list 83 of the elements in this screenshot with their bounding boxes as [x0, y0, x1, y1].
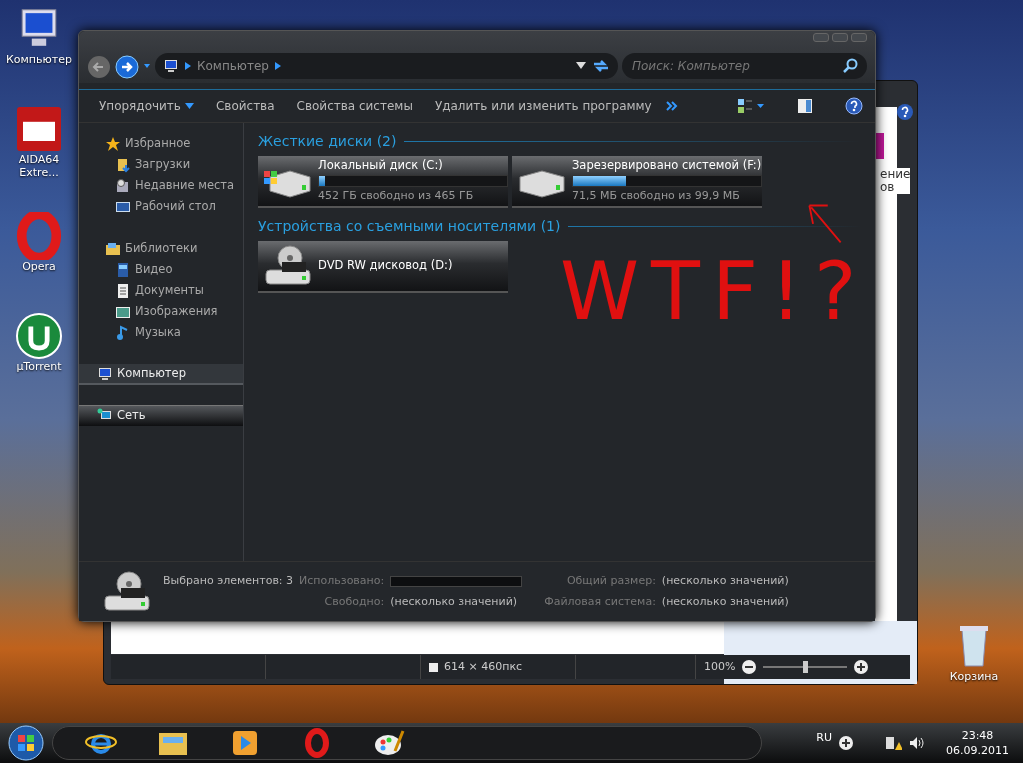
desktop-icon-label[interactable]: Корзина — [939, 670, 1009, 684]
drive-tile[interactable]: DVD RW дисковод (D:) — [258, 241, 508, 293]
chevron-icon — [274, 62, 281, 70]
toolbar-button[interactable]: Свойства — [207, 95, 283, 117]
nav-item[interactable]: Недавние места — [79, 175, 243, 196]
nav-item[interactable]: Компьютер — [79, 364, 243, 385]
nav-item[interactable]: Рабочий стол — [79, 196, 243, 217]
toolbar-button[interactable]: Удалить или изменить программу — [426, 95, 660, 117]
detail-value: (несколько значений) — [661, 593, 789, 610]
desktop-icon-label[interactable]: Компьютер — [4, 53, 74, 67]
clock-date[interactable]: 06.09.2011 — [946, 743, 1009, 759]
forward-button-icon[interactable] — [115, 55, 139, 79]
help-icon[interactable] — [896, 103, 914, 121]
chevron-icon — [185, 62, 191, 70]
label-fragment: ение — [880, 168, 911, 182]
library-folder-icon — [105, 240, 121, 257]
free-space-text: 71,5 МБ свободно из 99,9 МБ — [572, 188, 741, 205]
mu-circle-icon[interactable] — [15, 312, 63, 360]
group-header[interactable]: Устройства со съемными носителями (1) — [258, 216, 561, 237]
detail-label: Свободно: — [323, 593, 385, 610]
help-icon[interactable] — [845, 97, 863, 115]
zoom-slider[interactable] — [763, 661, 848, 673]
monitor-icon — [163, 58, 179, 74]
drive-tile[interactable]: Зарезервировано системой (F:) 71,5 МБ свободно из 99,9 МБ — [512, 156, 762, 208]
dvd-drive-icon — [101, 569, 151, 614]
drive-name: Зарезервировано системой (F:) — [572, 157, 762, 175]
nav-item[interactable]: Сеть — [79, 405, 243, 426]
star-icon — [105, 135, 121, 152]
more-chevrons-icon[interactable] — [665, 101, 678, 111]
search-field[interactable]: Поиск: Компьютер — [622, 53, 867, 79]
selection-count: Выбрано элементов: 3 — [163, 573, 294, 589]
image-size-icon — [429, 662, 438, 672]
handwritten-annotation: WTF!? — [560, 252, 869, 332]
document-icon — [115, 282, 131, 299]
preview-pane-icon[interactable] — [797, 98, 813, 114]
toolbar-button[interactable]: Упорядочить — [91, 95, 202, 117]
nav-item[interactable]: Избранное — [79, 133, 243, 154]
view-options-icon[interactable] — [737, 98, 765, 114]
image-size-text: 614 × 460пкс — [444, 658, 523, 675]
zoom-out-icon[interactable] — [741, 659, 758, 675]
caret-icon — [184, 103, 194, 109]
nav-item[interactable]: Библиотеки — [79, 238, 243, 259]
add-circle-icon[interactable] — [838, 735, 854, 751]
refresh-icon[interactable] — [592, 58, 610, 74]
free-space-text: 452 ГБ свободно из 465 ГБ — [318, 188, 475, 205]
clock-time[interactable]: 23:48 — [961, 727, 994, 743]
detail-label: Файловая система: — [544, 593, 656, 610]
breadcrumb-item[interactable]: Компьютер — [197, 57, 269, 75]
monitor-icon — [97, 365, 113, 382]
drive-name: DVD RW дисковод (D:) — [318, 257, 453, 275]
nav-item[interactable]: Музыка — [79, 322, 243, 343]
detail-label: Использовано: — [299, 573, 385, 589]
film-icon — [115, 261, 131, 278]
address-bar[interactable]: Компьютер — [155, 53, 618, 79]
language-indicator[interactable]: RU — [816, 729, 832, 747]
detail-value: (несколько значений) — [661, 573, 789, 589]
detail-label: Общий размер: — [565, 573, 656, 589]
recent-places-icon — [115, 177, 131, 194]
slider-thumb[interactable] — [803, 661, 809, 673]
back-button-icon[interactable] — [87, 55, 111, 79]
dvd-drive-icon — [262, 244, 312, 288]
dropdown-caret-icon[interactable] — [576, 62, 586, 70]
drive-tile[interactable]: Локальный диск (C:) 452 ГБ свободно из 465 ГБ — [258, 156, 508, 208]
desktop-icon-label[interactable]: AIDA64 Extre... — [4, 153, 74, 180]
nav-item[interactable]: Изображения — [79, 301, 243, 322]
nav-item[interactable]: Загрузки — [79, 154, 243, 175]
label-fragment: ов — [880, 181, 896, 195]
network-warning-icon[interactable] — [884, 735, 902, 751]
detail-value: (несколько значений) — [390, 593, 519, 610]
drive-name: Локальный диск (C:) — [318, 157, 444, 175]
search-icon[interactable] — [843, 58, 859, 74]
desktop-icon-label[interactable]: µTorrent — [4, 360, 74, 374]
zoom-percent: 100% — [704, 658, 736, 675]
nav-item[interactable]: Документы — [79, 280, 243, 301]
start-button-icon[interactable] — [6, 725, 46, 761]
color-swatch[interactable] — [876, 133, 884, 159]
nav-item[interactable]: Видео — [79, 259, 243, 280]
toolbar-button[interactable]: Свойства системы — [288, 95, 421, 117]
desktop-icon-label[interactable]: Opera — [4, 260, 74, 274]
folder-arrow-icon — [115, 156, 131, 173]
volume-icon[interactable] — [908, 735, 924, 751]
zoom-in-icon[interactable] — [853, 659, 870, 675]
group-header[interactable]: Жесткие диски (2) — [258, 131, 397, 152]
